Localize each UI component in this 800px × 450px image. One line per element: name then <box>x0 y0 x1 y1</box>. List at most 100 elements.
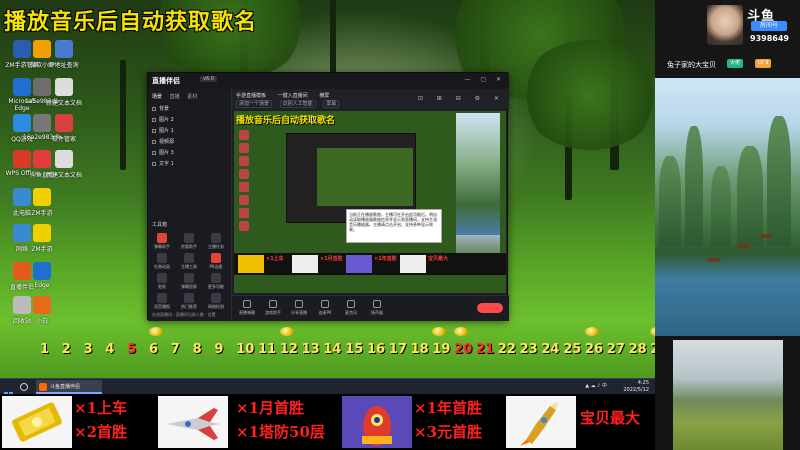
calendar-date: 6 <box>149 342 159 357</box>
tool-icon <box>184 233 194 243</box>
tab-template[interactable]: 手游直播模板 <box>236 93 266 99</box>
add-scene-button[interactable]: 添加一个场景 <box>236 100 273 108</box>
calendar-date: 10 <box>236 342 255 357</box>
gold-bar-icon <box>2 396 72 448</box>
bottom-bar-item[interactable]: 游戏助手 <box>262 300 284 316</box>
visibility-checkbox[interactable] <box>152 128 156 133</box>
karst-peak <box>737 146 763 246</box>
bottom-bar-item[interactable]: 连麦PK <box>314 300 336 316</box>
tool-button[interactable]: 语音播报 <box>150 293 174 310</box>
source-label: 文字 1 <box>159 161 174 167</box>
avatar <box>707 5 743 45</box>
karst-peak <box>685 126 703 246</box>
calendar-date: 19 <box>432 342 451 357</box>
tool-button[interactable]: PK连麦 <box>204 253 228 270</box>
source-item[interactable]: 文字 1 <box>152 160 228 169</box>
search-icon[interactable] <box>20 383 28 391</box>
calendar-date: 11 <box>258 342 277 357</box>
sidebar-tab[interactable]: 直播 <box>170 94 180 100</box>
bottom-bar-item[interactable]: 直播弹幕 <box>236 300 258 316</box>
gift-caption-line: ×1年首胜 <box>414 399 483 417</box>
system-tray-icons[interactable]: ▲ ☁ ♪ 中 <box>585 382 607 389</box>
karst-peak <box>711 166 731 246</box>
source-item[interactable]: 视频源 <box>152 138 228 147</box>
bottom-bar-item[interactable]: 分享直播 <box>288 300 310 316</box>
desktop-icon[interactable]: 新建文本文档 <box>42 150 86 179</box>
airplane-icon <box>158 396 228 448</box>
tool-button[interactable]: 网络检测 <box>204 293 228 310</box>
start-live-button[interactable] <box>477 303 503 313</box>
tool-button[interactable]: 礼物动画 <box>150 253 174 270</box>
boat <box>759 234 773 238</box>
desktop-icon[interactable]: ZM手游 <box>20 224 64 253</box>
visibility-checkbox[interactable] <box>152 106 156 111</box>
tool-button[interactable]: 主播任务 <box>204 233 228 250</box>
tool-label: 语音播报 <box>154 304 170 309</box>
tool-icon <box>157 293 167 303</box>
visibility-checkbox[interactable] <box>152 150 156 155</box>
tool-button[interactable]: 主播工具 <box>177 253 201 270</box>
app-titlebar[interactable]: 直播伴侣 v6.0 — ▢ ✕ <box>148 73 509 89</box>
live-preview[interactable]: 播放音乐后自动获取歌名 当前正在播放歌曲，主播可在开启此功能后，将自动读取播放器… <box>234 111 506 293</box>
tool-button[interactable]: 弹幕投屏 <box>177 273 201 290</box>
visibility-checkbox[interactable] <box>152 117 156 122</box>
app-icon <box>33 188 51 206</box>
sidebar-tab[interactable]: 素材 <box>187 94 197 100</box>
source-item[interactable]: 图片 3 <box>152 149 228 158</box>
app-icon <box>55 150 73 168</box>
sidebar-tab[interactable]: 场景 <box>152 94 162 100</box>
source-item[interactable]: 背景 <box>152 105 228 114</box>
taskbar-app-button[interactable]: 斗鱼直播伴侣 <box>36 380 102 394</box>
desktop-icon[interactable]: 软件管家 <box>42 114 86 143</box>
desktop-icon[interactable]: 小白 <box>20 296 64 325</box>
tool-icon <box>211 293 221 303</box>
template-tabs: 手游直播模板 一键入直播间 横屏 <box>236 92 339 99</box>
desktop-icon[interactable]: IP地址查询 <box>42 40 86 69</box>
gift-caption-line: 宝贝最大 <box>580 409 641 427</box>
tool-button[interactable]: 房管助手 <box>177 233 201 250</box>
tab-join-room[interactable]: 一键入直播间 <box>278 93 308 99</box>
streamer-name: 兔子家的大宝贝 <box>667 61 716 69</box>
window-controls[interactable]: — ▢ ✕ <box>464 76 505 83</box>
taskbar-clock[interactable]: 4:25 2022/5/12 <box>623 380 649 394</box>
rocket-launcher-icon <box>342 396 412 448</box>
bottom-bar-label: 分享直播 <box>291 310 307 315</box>
bottom-bar-item[interactable]: 麦克风 <box>340 300 362 316</box>
toolbar-icons[interactable]: ⊡ ⊞ ⊟ ⚙ ✕ <box>418 95 505 102</box>
preview-gift-caption: 宝贝最大 <box>428 256 449 262</box>
preview-mountain-scene <box>456 113 500 235</box>
karst-peak <box>767 116 791 246</box>
tool-label: 网络检测 <box>208 304 224 309</box>
tool-button[interactable]: 热门推荐 <box>177 293 201 310</box>
tool-button[interactable]: 更多功能 <box>204 273 228 290</box>
app-icon <box>33 296 51 314</box>
desktop-icon[interactable]: ZM手游 <box>20 188 64 217</box>
source-item[interactable]: 图片 1 <box>152 127 228 136</box>
fan-badge: 大佬 <box>727 59 744 68</box>
ai-recognition-button[interactable]: 识别人工智能 <box>279 100 316 108</box>
windows-start-icon[interactable] <box>4 382 14 415</box>
desktop-icon[interactable]: Edge <box>20 262 64 289</box>
source-item[interactable]: 图片 2 <box>152 116 228 125</box>
room-label: 房间号 <box>751 21 787 31</box>
app-version-badge[interactable]: v6.0 <box>200 76 217 82</box>
bottom-bar-item[interactable]: 扬声器 <box>366 300 388 316</box>
calendar-date: 4 <box>105 342 115 357</box>
desktop-icon[interactable]: 新建文本文档 <box>42 78 86 107</box>
bottom-bar-label: 连麦PK <box>318 310 332 315</box>
app-icon <box>55 40 73 58</box>
speaker-icon <box>373 300 381 308</box>
tab-landscape[interactable]: 横屏 <box>319 93 329 99</box>
source-label: 背景 <box>159 106 170 112</box>
gift-caption: ×1月首胜 ×1塔防50层 <box>236 396 325 444</box>
visibility-checkbox[interactable] <box>152 139 156 144</box>
tool-label: 热门推荐 <box>181 304 197 309</box>
tool-button[interactable]: 贴纸 <box>150 273 174 290</box>
tool-button[interactable]: 弹幕助手 <box>150 233 174 250</box>
screen-button[interactable]: 屏幕 <box>323 100 340 108</box>
microphone-icon <box>347 300 355 308</box>
desktop-icon-label: 软件管家 <box>51 136 76 143</box>
preview-tooltip: 当前正在播放歌曲，主播可在开启此功能后，将自动读取播放器歌曲信息并显示到直播间，… <box>346 209 442 243</box>
visibility-checkbox[interactable] <box>152 161 156 166</box>
pk-icon <box>321 300 329 308</box>
